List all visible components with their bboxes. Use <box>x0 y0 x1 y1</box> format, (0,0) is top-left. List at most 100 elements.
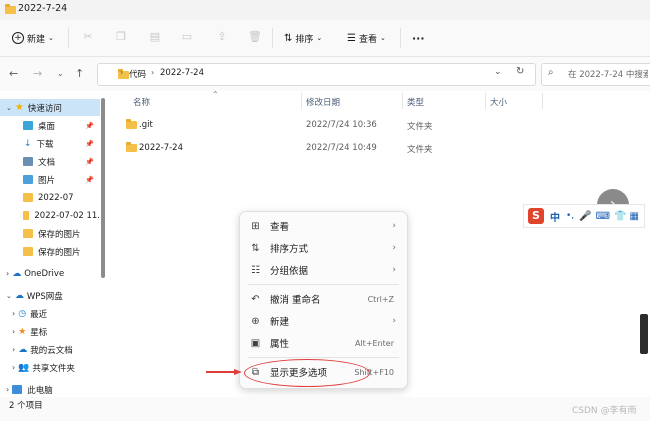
menu-item-label: 撤消 重命名 <box>270 295 321 306</box>
share-icon[interactable]: ⇪ <box>215 30 229 44</box>
recent-chevron-icon[interactable]: ⌄ <box>57 69 64 78</box>
sidebar-item-recent[interactable]: › ◷ 最近 <box>0 305 100 322</box>
sort-up-icon: ⌃ <box>212 90 219 99</box>
item-count: 2 个项目 <box>9 401 43 411</box>
chevron-right-icon: › <box>12 345 16 354</box>
sidebar-item-documents[interactable]: 文档 📌 <box>0 153 100 170</box>
table-row[interactable]: 2022-7-24 2022/7/24 10:49 文件夹 <box>118 139 548 157</box>
sidebar-item-folder[interactable]: 2022-07-02 11. <box>0 207 100 224</box>
toolbox-icon[interactable]: ▦ <box>630 211 639 222</box>
column-divider[interactable] <box>485 93 486 109</box>
sidebar-item-pictures[interactable]: 图片 📌 <box>0 171 100 188</box>
sidebar-item-shared[interactable]: › 👥 共享文件夹 <box>0 359 100 376</box>
rename-icon[interactable]: ▭ <box>180 30 194 44</box>
menu-item-label: 分组依据 <box>270 266 309 277</box>
watermark: CSDN @李有雨 <box>572 406 637 416</box>
new-button[interactable]: + 新建 ⌄ <box>12 30 54 46</box>
folder-icon <box>23 211 30 220</box>
column-header-type[interactable]: 类型 <box>407 96 424 108</box>
toolbar-divider <box>400 28 401 48</box>
menu-item-new[interactable]: ⊕ 新建 › <box>240 310 407 332</box>
sidebar-item-this-pc[interactable]: › 此电脑 <box>0 381 100 398</box>
folder-icon <box>126 119 137 129</box>
side-widget[interactable] <box>640 314 648 354</box>
menu-divider <box>248 284 399 285</box>
sidebar-item-onedrive[interactable]: › ☁ OneDrive <box>0 265 100 282</box>
chevron-right-icon: › <box>392 243 396 253</box>
table-row[interactable]: .git 2022/7/24 10:36 文件夹 <box>118 116 548 134</box>
sidebar-item-label: 共享文件夹 <box>32 363 75 374</box>
chevron-down-icon: ⌄ <box>316 34 323 42</box>
menu-item-undo[interactable]: ↶ 撤消 重命名 Ctrl+Z <box>240 288 407 310</box>
menu-item-view[interactable]: ⊞ 查看 › <box>240 215 407 237</box>
sidebar-item-label: 此电脑 <box>27 385 53 396</box>
column-divider[interactable] <box>542 93 543 109</box>
title-bar <box>0 0 650 20</box>
sidebar-item-quick-access[interactable]: ⌄ ★ 快速访问 <box>0 99 100 116</box>
ime-toolbar[interactable]: S 中 •, 🎤 ⌨ 👕 ▦ <box>523 204 645 228</box>
new-icon: ⊕ <box>251 315 260 327</box>
forward-arrow-icon[interactable]: → <box>33 67 42 80</box>
sidebar-item-cloud-docs[interactable]: › ☁ 我的云文档 <box>0 341 100 358</box>
cloud-icon: ☁ <box>12 268 22 279</box>
sidebar-item-label: WPS网盘 <box>26 291 63 302</box>
folder-icon <box>23 229 33 238</box>
refresh-icon[interactable]: ↻ <box>516 66 524 77</box>
chevron-right-icon: › <box>12 309 16 318</box>
column-header-size[interactable]: 大小 <box>490 96 507 108</box>
skin-icon[interactable]: 👕 <box>614 211 626 222</box>
properties-icon: ▣ <box>250 337 261 349</box>
address-dropdown-icon[interactable]: ⌄ <box>494 67 502 77</box>
copy-icon[interactable]: ❐ <box>114 30 128 44</box>
column-header-modified[interactable]: 修改日期 <box>306 96 340 108</box>
sidebar-item-starred[interactable]: › ★ 星标 <box>0 323 100 340</box>
file-type: 文件夹 <box>407 145 433 155</box>
menu-shortcut: Ctrl+Z <box>367 294 394 304</box>
plus-circle-icon: + <box>12 32 24 44</box>
grid-view-icon: ⊞ <box>251 220 260 232</box>
sidebar-item-desktop[interactable]: 桌面 📌 <box>0 117 100 134</box>
breadcrumb-item[interactable]: 2022-7-24 <box>160 68 204 78</box>
menu-item-group[interactable]: ☷ 分组依据 › <box>240 259 407 281</box>
keyboard-icon[interactable]: ⌨ <box>596 211 610 222</box>
chevron-right-icon: › <box>6 269 10 278</box>
star-icon: ★ <box>14 102 24 113</box>
microphone-icon[interactable]: 🎤 <box>579 211 591 222</box>
sidebar-item-downloads[interactable]: ↓ 下载 📌 <box>0 135 100 152</box>
ime-punct-label[interactable]: •, <box>566 211 574 221</box>
up-arrow-icon[interactable]: ↑ <box>75 67 84 80</box>
sidebar-item-label: 星标 <box>30 327 48 338</box>
sidebar-item-folder[interactable]: 保存的图片 <box>0 225 100 242</box>
breadcrumb-item[interactable]: 代码 <box>129 68 146 80</box>
column-divider[interactable] <box>402 93 403 109</box>
folder-icon <box>23 247 33 256</box>
pin-icon: 📌 <box>85 139 94 148</box>
column-header-name[interactable]: 名称 <box>133 96 150 108</box>
picture-icon <box>23 175 33 184</box>
sidebar-scrollbar[interactable] <box>101 98 105 278</box>
sidebar-item-wps[interactable]: ⌄ ☁ WPS网盘 <box>0 287 100 304</box>
sidebar-item-label: 下载 <box>36 139 54 150</box>
search-icon: ⌕ <box>548 67 554 78</box>
delete-icon[interactable]: 🗑 <box>248 30 262 44</box>
window-title: 2022-7-24 <box>18 3 68 14</box>
menu-shortcut: Alt+Enter <box>354 338 394 348</box>
ime-mode-label[interactable]: 中 <box>550 209 560 224</box>
column-divider[interactable] <box>301 93 302 109</box>
menu-item-label: 新建 <box>270 317 290 328</box>
sort-button-label: 排序 <box>295 34 314 45</box>
toolbar-divider <box>272 28 273 48</box>
menu-item-sort[interactable]: ⇅ 排序方式 › <box>240 237 407 259</box>
sidebar-item-folder[interactable]: 2022-07 <box>0 189 100 206</box>
menu-item-label: 查看 <box>270 222 290 233</box>
sort-button[interactable]: ⇅ 排序 ⌄ <box>284 30 322 46</box>
more-button[interactable]: ··· <box>412 30 425 46</box>
sidebar-item-folder[interactable]: 保存的图片 <box>0 243 100 260</box>
view-button[interactable]: ☰ 查看 ⌄ <box>347 30 386 46</box>
chevron-right-icon: › <box>392 316 396 326</box>
menu-item-properties[interactable]: ▣ 属性 Alt+Enter <box>240 332 407 354</box>
cut-icon[interactable]: ✂ <box>81 30 95 44</box>
computer-icon <box>12 385 23 394</box>
paste-icon[interactable]: ▤ <box>148 30 162 44</box>
back-arrow-icon[interactable]: ← <box>9 67 18 80</box>
